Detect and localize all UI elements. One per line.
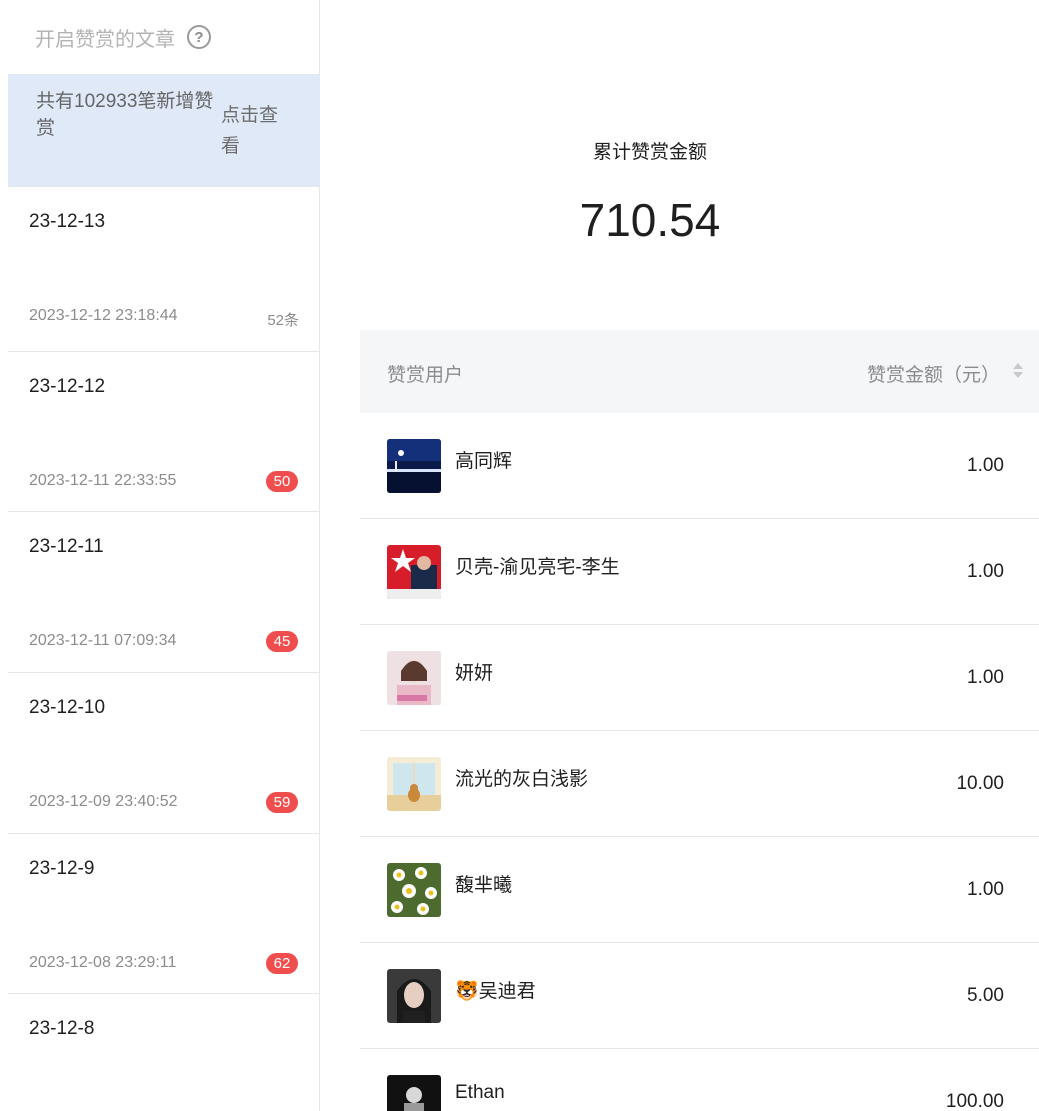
reward-user-name: 贝壳-渝见亮宅-李生 <box>455 557 620 578</box>
article-item[interactable]: 23-12-10 2023-12-09 23:40:52 59 <box>8 673 319 834</box>
table-row: 流光的灰白浅影 10.00 <box>360 731 1039 837</box>
agent-poster-avatar <box>387 545 441 599</box>
column-header-amount[interactable]: 赞赏金额（元） <box>867 360 1000 387</box>
article-title: 23-12-12 <box>29 376 106 397</box>
reward-amount: 100.00 <box>945 1091 1004 1111</box>
article-item[interactable]: 23-12-9 2023-12-08 23:29:11 62 <box>8 834 319 994</box>
cat-window-avatar <box>387 757 441 811</box>
sort-icon[interactable] <box>1013 363 1023 379</box>
article-title: 23-12-9 <box>29 858 95 879</box>
article-item[interactable]: 23-12-11 2023-12-11 07:09:34 45 <box>8 512 319 673</box>
reward-main-panel: 累计赞赏金额 710.54 赞赏用户 赞赏金额（元） 高同辉 1.00 贝壳-渝… <box>320 0 1039 1111</box>
new-count-badge: 50 <box>266 471 298 492</box>
total-reward-value: 710.54 <box>579 194 721 246</box>
reward-amount: 1.00 <box>967 667 1004 688</box>
reward-user-name: 妍妍 <box>455 663 494 684</box>
table-row: 馥芈曦 1.00 <box>360 837 1039 943</box>
article-time: 2023-12-12 23:18:44 <box>29 307 178 324</box>
new-count-badge: 62 <box>266 953 298 974</box>
reward-user-name: 流光的灰白浅影 <box>455 769 589 790</box>
article-time: 2023-12-11 07:09:34 <box>29 632 177 649</box>
article-title: 23-12-13 <box>29 211 106 232</box>
reward-amount: 10.00 <box>956 773 1004 794</box>
article-item[interactable]: 23-12-13 2023-12-12 23:18:44 52条 <box>8 187 319 352</box>
reward-amount: 1.00 <box>967 561 1004 582</box>
article-item[interactable]: 23-12-8 <box>8 994 319 1111</box>
new-count-badge: 45 <box>266 631 298 652</box>
table-row: 高同辉 1.00 <box>360 413 1039 519</box>
article-time: 2023-12-08 23:29:11 <box>29 954 177 971</box>
daisy-flowers-avatar <box>387 863 441 917</box>
question-circle-icon[interactable]: ? <box>187 25 211 49</box>
article-time: 2023-12-11 22:33:55 <box>29 472 177 489</box>
table-row: Ethan 100.00 <box>360 1049 1039 1111</box>
article-item[interactable]: 23-12-12 2023-12-11 22:33:55 50 <box>8 352 319 512</box>
column-header-user: 赞赏用户 <box>387 365 464 386</box>
reward-user-name: Ethan <box>455 1082 505 1103</box>
article-count: 52条 <box>267 312 299 329</box>
reward-user-name: 🐯吴迪君 <box>455 981 536 1002</box>
girl-photo-avatar <box>387 651 441 705</box>
reward-user-name: 高同辉 <box>455 451 513 472</box>
article-title: 23-12-11 <box>29 536 104 557</box>
reward-amount: 1.00 <box>967 455 1004 476</box>
dark-photo-avatar <box>387 1075 441 1111</box>
night-bridge-avatar <box>387 439 441 493</box>
new-reward-notice[interactable]: 共有102933笔新增赞赏 点击查看 <box>8 74 319 187</box>
table-row: 贝壳-渝见亮宅-李生 1.00 <box>360 519 1039 625</box>
reward-user-name: 馥芈曦 <box>455 875 513 896</box>
notice-view-link[interactable]: 点击查看 <box>221 100 291 186</box>
notice-text: 共有102933笔新增赞赏 <box>36 91 214 139</box>
table-header: 赞赏用户 赞赏金额（元） <box>360 330 1039 413</box>
reward-amount: 1.00 <box>967 879 1004 900</box>
sidebar-header: 开启赞赏的文章 ? <box>8 0 319 74</box>
woman-portrait-avatar <box>387 969 441 1023</box>
sidebar-title: 开启赞赏的文章 <box>35 28 175 51</box>
table-row: 妍妍 1.00 <box>360 625 1039 731</box>
article-title: 23-12-8 <box>29 1018 95 1039</box>
article-title: 23-12-10 <box>29 697 106 718</box>
table-row: 🐯吴迪君 5.00 <box>360 943 1039 1049</box>
reward-table: 赞赏用户 赞赏金额（元） 高同辉 1.00 贝壳-渝见亮宅-李生 1.00 妍妍… <box>360 330 1039 1111</box>
reward-amount: 5.00 <box>967 985 1004 1006</box>
total-reward-label: 累计赞赏金额 <box>592 142 707 163</box>
article-sidebar: 开启赞赏的文章 ? 共有102933笔新增赞赏 点击查看 23-12-13 20… <box>8 0 320 1111</box>
new-count-badge: 59 <box>266 792 298 813</box>
article-time: 2023-12-09 23:40:52 <box>29 793 178 810</box>
